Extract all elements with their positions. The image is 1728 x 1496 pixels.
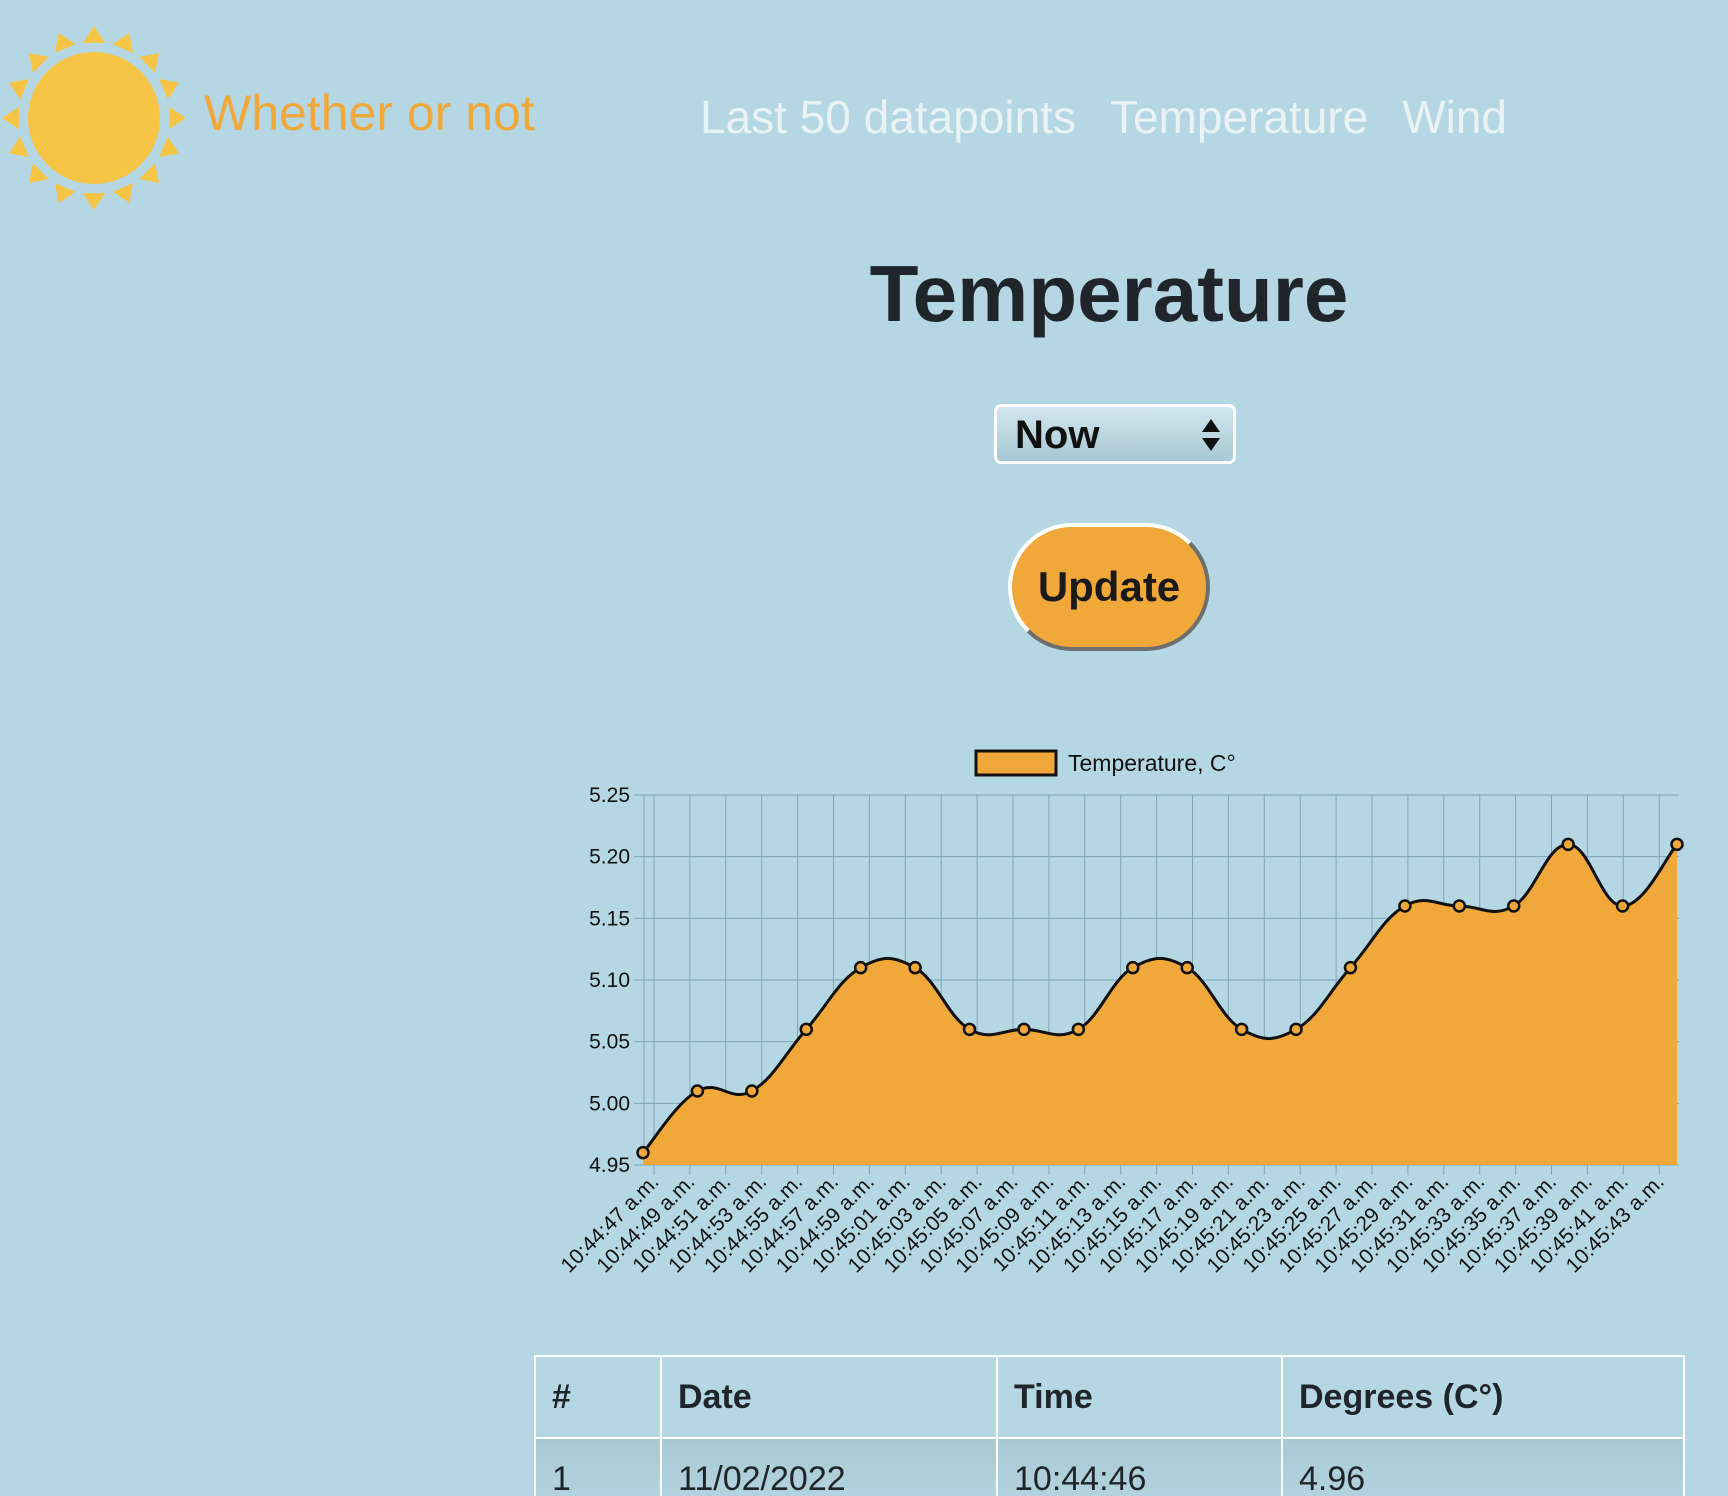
temperature-table: # Date Time Degrees (C°) 1 11/02/2022 10… [534, 1355, 1685, 1496]
data-point [1452, 899, 1467, 913]
time-range-select[interactable]: Now [994, 404, 1236, 464]
data-point [1289, 1022, 1303, 1037]
sun-icon [2, 26, 186, 210]
nav-link-last-50-datapoints[interactable]: Last 50 datapoints [700, 90, 1076, 144]
nav-link-temperature[interactable]: Temperature [1110, 90, 1368, 144]
update-button[interactable]: Update [1008, 523, 1210, 651]
data-point [908, 960, 922, 975]
legend-swatch [974, 749, 1058, 777]
data-point [1670, 837, 1684, 852]
data-point [799, 1022, 814, 1037]
table-row: 1 11/02/2022 10:44:46 4.96 [534, 1437, 1685, 1496]
data-point [1506, 899, 1521, 913]
column-header-number: # [534, 1355, 662, 1439]
data-point [1343, 960, 1358, 975]
y-tick-label: 5.15 [589, 907, 630, 930]
data-point [853, 960, 868, 975]
y-tick-label: 4.95 [589, 1154, 630, 1177]
data-point [1180, 960, 1194, 975]
select-arrows-icon [1202, 419, 1220, 451]
data-point [690, 1084, 705, 1098]
y-tick-label: 5.25 [589, 784, 630, 807]
data-point [962, 1022, 977, 1037]
data-point [1017, 1022, 1031, 1037]
y-tick-label: 5.20 [589, 846, 630, 869]
y-tick-label: 5.05 [589, 1031, 630, 1054]
legend-label: Temperature, C° [1068, 750, 1236, 776]
main-nav: Last 50 datapoints Temperature Wind [700, 90, 1507, 144]
cell-time: 10:44:46 [996, 1437, 1283, 1496]
data-point [636, 1145, 650, 1160]
page: Whether or not Last 50 datapoints Temper… [0, 0, 1728, 1496]
cell-number: 1 [534, 1437, 662, 1496]
table-header-row: # Date Time Degrees (C°) [534, 1355, 1685, 1439]
data-point [745, 1084, 759, 1098]
data-point [1561, 837, 1575, 852]
y-tick-label: 5.10 [589, 969, 630, 992]
nav-link-wind[interactable]: Wind [1402, 90, 1507, 144]
column-header-degrees: Degrees (C°) [1281, 1355, 1685, 1439]
column-header-date: Date [660, 1355, 998, 1439]
data-point [1398, 899, 1412, 913]
data-point [1615, 899, 1630, 913]
page-title: Temperature [869, 249, 1349, 338]
cell-date: 11/02/2022 [660, 1437, 998, 1496]
data-point [1071, 1022, 1086, 1037]
data-point [1234, 1022, 1249, 1037]
data-point [1126, 960, 1140, 975]
select-value: Now [1015, 413, 1100, 457]
brand-link[interactable]: Whether or not [204, 84, 535, 142]
y-tick-label: 5.00 [589, 1092, 630, 1115]
column-header-time: Time [996, 1355, 1283, 1439]
cell-degrees: 4.96 [1281, 1437, 1685, 1496]
temperature-chart: 5.255.205.155.105.055.004.9510:44:47 a.m… [556, 749, 1684, 1277]
